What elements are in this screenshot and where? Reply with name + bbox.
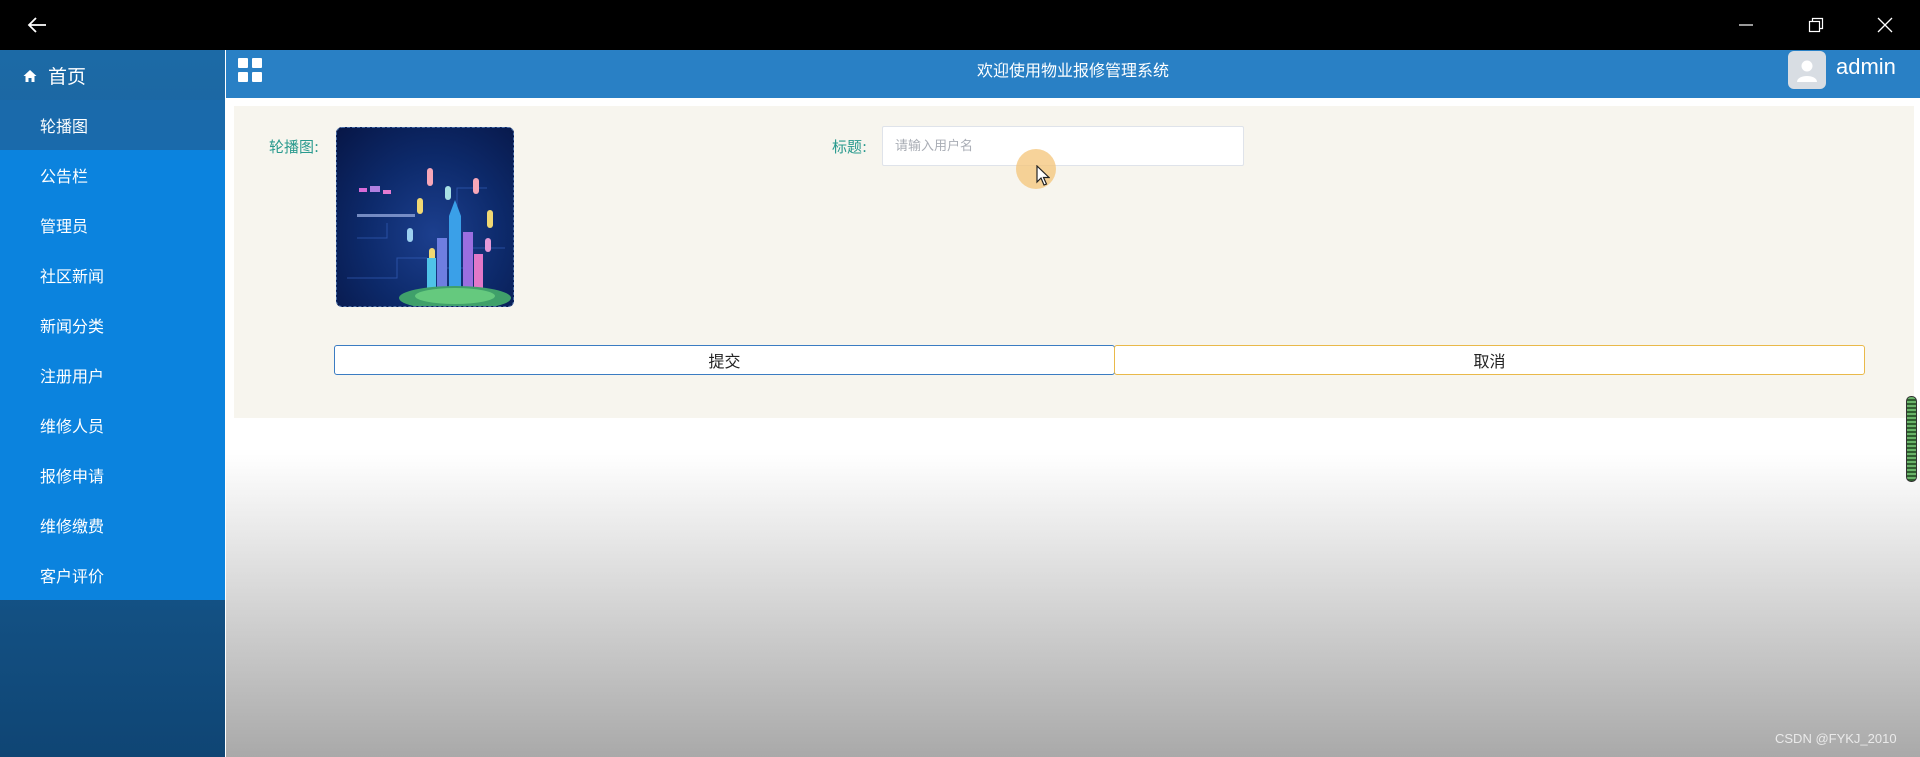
- sidebar-item-news-category[interactable]: 新闻分类: [0, 300, 225, 350]
- sidebar-item-carousel[interactable]: 轮播图: [0, 100, 225, 150]
- system-title: 欢迎使用物业报修管理系统: [976, 61, 1169, 80]
- sidebar-item-label: 轮播图: [40, 117, 89, 136]
- scrollbar-thumb[interactable]: [1906, 396, 1917, 482]
- mouse-cursor-icon: [1036, 165, 1050, 186]
- sidebar-item-notice-board[interactable]: 公告栏: [0, 150, 225, 200]
- sidebar-item-customer-reviews[interactable]: 客户评价: [0, 550, 225, 600]
- sidebar-item-label: 管理员: [40, 217, 89, 236]
- sidebar-item-label: 社区新闻: [40, 267, 105, 286]
- city-illustration-image: [347, 168, 511, 306]
- sidebar-item-label: 报修申请: [40, 467, 105, 486]
- sidebar-item-label: 维修缴费: [40, 517, 105, 536]
- sidebar-item-repair-requests[interactable]: 报修申请: [0, 450, 225, 500]
- maximize-icon[interactable]: [1796, 10, 1836, 40]
- sidebar: 首页 轮播图 公告栏 管理员 社区新闻 新闻分类 注册用户 维修人员 报修申请 …: [0, 50, 225, 757]
- user-avatar-icon[interactable]: [1788, 51, 1826, 89]
- top-header: 欢迎使用物业报修管理系统 admin: [226, 50, 1920, 98]
- carousel-image-upload[interactable]: [336, 127, 514, 307]
- sidebar-item-admin[interactable]: 管理员: [0, 200, 225, 250]
- sidebar-item-label: 客户评价: [40, 567, 105, 586]
- carousel-label: 轮播图:: [269, 138, 320, 156]
- home-icon: [22, 67, 38, 83]
- grid-menu-icon[interactable]: [238, 58, 262, 82]
- sidebar-menu: 轮播图 公告栏 管理员 社区新闻 新闻分类 注册用户 维修人员 报修申请 维修缴…: [0, 100, 225, 600]
- submit-button[interactable]: 提交: [334, 345, 1115, 375]
- sidebar-item-repair-staff[interactable]: 维修人员: [0, 400, 225, 450]
- sidebar-item-label: 公告栏: [40, 167, 89, 186]
- window-titlebar: [0, 0, 1920, 50]
- sidebar-item-registered-users[interactable]: 注册用户: [0, 350, 225, 400]
- title-label: 标题:: [832, 138, 868, 156]
- sidebar-item-label: 新闻分类: [40, 317, 105, 336]
- minimize-icon[interactable]: [1726, 10, 1766, 40]
- cancel-button[interactable]: 取消: [1114, 345, 1865, 375]
- title-input[interactable]: [882, 126, 1244, 166]
- sidebar-item-label: 注册用户: [40, 367, 105, 386]
- sidebar-home-label: 首页: [48, 65, 87, 88]
- back-arrow-icon[interactable]: [22, 10, 52, 40]
- sidebar-item-repair-payment[interactable]: 维修缴费: [0, 500, 225, 550]
- sidebar-item-home[interactable]: 首页: [0, 50, 225, 100]
- username-label[interactable]: admin: [1836, 54, 1896, 80]
- sidebar-item-community-news[interactable]: 社区新闻: [0, 250, 225, 300]
- close-icon[interactable]: [1865, 10, 1905, 40]
- watermark-text: CSDN @FYKJ_2010: [1775, 731, 1897, 746]
- sidebar-item-label: 维修人员: [40, 417, 105, 436]
